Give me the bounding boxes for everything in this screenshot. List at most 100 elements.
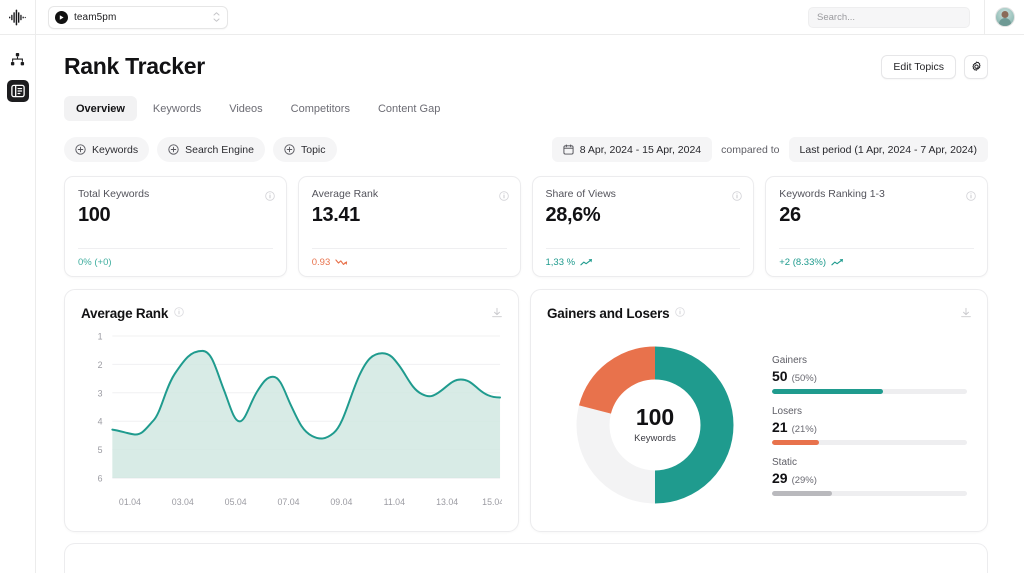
kpi-footer: 1,33 % — [546, 248, 741, 276]
legend-percent: (21%) — [792, 424, 817, 435]
donut-legend: Gainers 50 (50%) Losers — [762, 355, 971, 496]
info-icon[interactable] — [174, 304, 184, 322]
date-range-controls: 8 Apr, 2024 - 15 Apr, 2024 compared to L… — [552, 137, 988, 162]
donut-body: 100 Keywords Gainers 50 (50%) — [547, 326, 971, 522]
top-bar-right: Search... — [808, 0, 1024, 35]
svg-text:1: 1 — [98, 331, 103, 341]
kpi-delta: 0% (+0) — [78, 257, 112, 268]
kpi-delta: 1,33 % — [546, 257, 576, 268]
kpi-footer: 0.93 — [312, 248, 507, 276]
legend-item-gainers: Gainers 50 (50%) — [772, 355, 967, 394]
info-icon[interactable] — [499, 188, 509, 206]
tab-bar: Overview Keywords Videos Competitors Con… — [64, 96, 988, 121]
svg-text:2: 2 — [98, 360, 103, 370]
legend-label: Losers — [772, 406, 967, 417]
info-icon[interactable] — [265, 188, 275, 206]
tab-content-gap[interactable]: Content Gap — [366, 96, 452, 121]
user-avatar-button[interactable] — [984, 0, 1024, 35]
plus-circle-icon — [75, 144, 86, 155]
svg-text:01.04: 01.04 — [119, 497, 141, 507]
workspace-avatar-icon — [55, 11, 68, 24]
gear-icon — [970, 60, 983, 73]
sidebar-item-sitemap[interactable] — [7, 48, 29, 70]
main-content: Rank Tracker Edit Topics Overview Keywor… — [36, 35, 1024, 573]
legend-value-row: 29 (29%) — [772, 470, 967, 486]
date-range-picker[interactable]: 8 Apr, 2024 - 15 Apr, 2024 — [552, 137, 712, 162]
svg-text:07.04: 07.04 — [278, 497, 300, 507]
legend-progress-fill — [772, 491, 832, 496]
kpi-card-average-rank: Average Rank 13.41 0.93 — [298, 176, 521, 277]
kpi-row: Total Keywords 100 0% (+0) Average Rank … — [64, 176, 988, 277]
tab-keywords[interactable]: Keywords — [141, 96, 213, 121]
download-icon[interactable] — [960, 306, 972, 324]
kpi-label: Share of Views — [546, 188, 741, 200]
filter-bar: Keywords Search Engine Topic — [64, 137, 988, 162]
legend-progress-track — [772, 389, 967, 394]
filter-chip-topic[interactable]: Topic — [273, 137, 337, 162]
filter-chip-label: Topic — [301, 144, 326, 156]
kpi-delta: +2 (8.33%) — [779, 257, 826, 268]
kpi-label: Total Keywords — [78, 188, 273, 200]
compared-to-label: compared to — [721, 144, 779, 156]
legend-value-row: 21 (21%) — [772, 419, 967, 435]
donut-center-value: 100 — [635, 404, 673, 430]
chevron-up-down-icon — [213, 12, 220, 22]
legend-progress-fill — [772, 389, 883, 394]
svg-text:13.04: 13.04 — [436, 497, 458, 507]
download-icon[interactable] — [491, 306, 503, 324]
workspace-name: team5pm — [74, 12, 207, 23]
legend-label: Gainers — [772, 355, 967, 366]
compare-period-picker[interactable]: Last period (1 Apr, 2024 - 7 Apr, 2024) — [789, 137, 988, 162]
svg-text:09.04: 09.04 — [330, 497, 352, 507]
page-title: Rank Tracker — [64, 53, 205, 80]
info-icon[interactable] — [732, 188, 742, 206]
panel-header: Average Rank — [81, 304, 502, 322]
edit-topics-button[interactable]: Edit Topics — [881, 55, 956, 79]
workspace-selector[interactable]: team5pm — [48, 6, 228, 29]
header-actions: Edit Topics — [881, 55, 988, 79]
legend-value: 29 — [772, 470, 788, 486]
kpi-value: 100 — [78, 204, 273, 227]
tab-overview[interactable]: Overview — [64, 96, 137, 121]
kpi-value: 26 — [779, 204, 974, 227]
kpi-value: 28,6% — [546, 204, 741, 227]
svg-text:15.04: 15.04 — [482, 497, 502, 507]
kpi-card-keywords-ranking-1-3: Keywords Ranking 1-3 26 +2 (8.33%) — [765, 176, 988, 277]
kpi-delta: 0.93 — [312, 257, 331, 268]
filter-chip-label: Search Engine — [185, 144, 254, 156]
settings-button[interactable] — [964, 55, 988, 79]
avatar — [995, 7, 1015, 27]
donut-chart[interactable]: 100 Keywords — [547, 341, 762, 509]
tab-videos[interactable]: Videos — [217, 96, 274, 121]
legend-value-row: 50 (50%) — [772, 368, 967, 384]
trend-up-icon — [831, 258, 844, 267]
filter-chip-search-engine[interactable]: Search Engine — [157, 137, 265, 162]
legend-item-static: Static 29 (29%) — [772, 457, 967, 496]
average-rank-panel: Average Rank — [64, 289, 519, 532]
next-panel-partial — [64, 543, 988, 573]
search-input[interactable]: Search... — [808, 7, 970, 28]
audio-waveform-logo-icon — [8, 8, 27, 27]
list-panel-icon — [11, 84, 25, 98]
kpi-card-share-of-views: Share of Views 28,6% 1,33 % — [532, 176, 755, 277]
panel-row: Average Rank — [64, 289, 988, 532]
chart-area-fill — [112, 351, 500, 478]
info-icon[interactable] — [675, 304, 685, 322]
legend-value: 50 — [772, 368, 788, 384]
sidebar-item-rank-tracker[interactable] — [7, 80, 29, 102]
chart-x-ticks: 01.04 03.04 05.04 07.04 09.04 11.04 13.0… — [119, 497, 502, 507]
app-logo[interactable] — [0, 0, 36, 35]
legend-progress-track — [772, 440, 967, 445]
info-icon[interactable] — [966, 188, 976, 206]
kpi-label: Keywords Ranking 1-3 — [779, 188, 974, 200]
trend-up-icon — [580, 258, 593, 267]
tab-competitors[interactable]: Competitors — [279, 96, 362, 121]
filter-chip-keywords[interactable]: Keywords — [64, 137, 149, 162]
date-range-label: 8 Apr, 2024 - 15 Apr, 2024 — [580, 144, 701, 156]
app-window: team5pm Search... — [0, 0, 1024, 573]
average-rank-chart[interactable]: 1 2 3 4 5 6 01.04 03.04 05 — [81, 326, 502, 522]
svg-text:3: 3 — [98, 388, 103, 398]
kpi-value: 13.41 — [312, 204, 507, 227]
kpi-label: Average Rank — [312, 188, 507, 200]
page-header: Rank Tracker Edit Topics — [64, 53, 988, 80]
